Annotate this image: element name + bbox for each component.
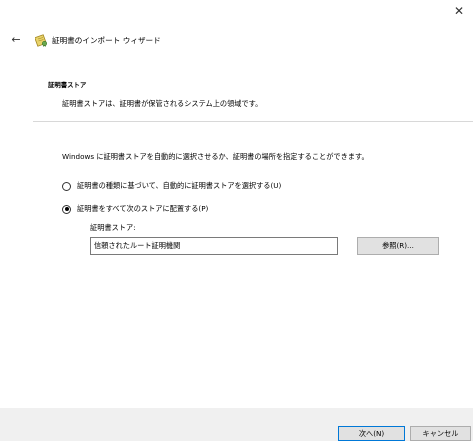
radio-auto-select[interactable]: 証明書の種類に基づいて、自動的に証明書ストアを選択する(U) [62, 181, 281, 191]
certificate-store-label: 証明書ストア: [90, 223, 136, 232]
section-description: 証明書ストアは、証明書が保管されるシステム上の領域です。 [62, 99, 263, 108]
browse-button[interactable]: 参照(R)... [357, 237, 439, 255]
cancel-button[interactable]: キャンセル [410, 426, 471, 441]
back-arrow-icon[interactable]: ← [10, 33, 22, 47]
close-icon[interactable]: ✕ [452, 4, 466, 18]
certificate-icon [34, 33, 48, 47]
header-divider [33, 121, 473, 122]
radio-auto-select-label[interactable]: 証明書の種類に基づいて、自動的に証明書ストアを選択する(U) [77, 181, 281, 191]
wizard-header: ← 証明書のインポート ウィザード [10, 33, 161, 47]
next-button[interactable]: 次へ(N) [338, 426, 405, 441]
instruction-text: Windows に証明書ストアを自動的に選択させるか、証明書の場所を指定すること… [62, 152, 369, 161]
section-heading: 証明書ストア [48, 81, 87, 89]
radio-place-all[interactable]: 証明書をすべて次のストアに配置する(P) [62, 204, 208, 214]
wizard-title: 証明書のインポート ウィザード [52, 35, 161, 45]
radio-place-all-button[interactable] [62, 204, 71, 214]
radio-place-all-label[interactable]: 証明書をすべて次のストアに配置する(P) [77, 204, 208, 214]
certificate-store-field: 信頼されたルート証明機関 [90, 237, 338, 255]
radio-auto-select-button[interactable] [62, 181, 71, 191]
